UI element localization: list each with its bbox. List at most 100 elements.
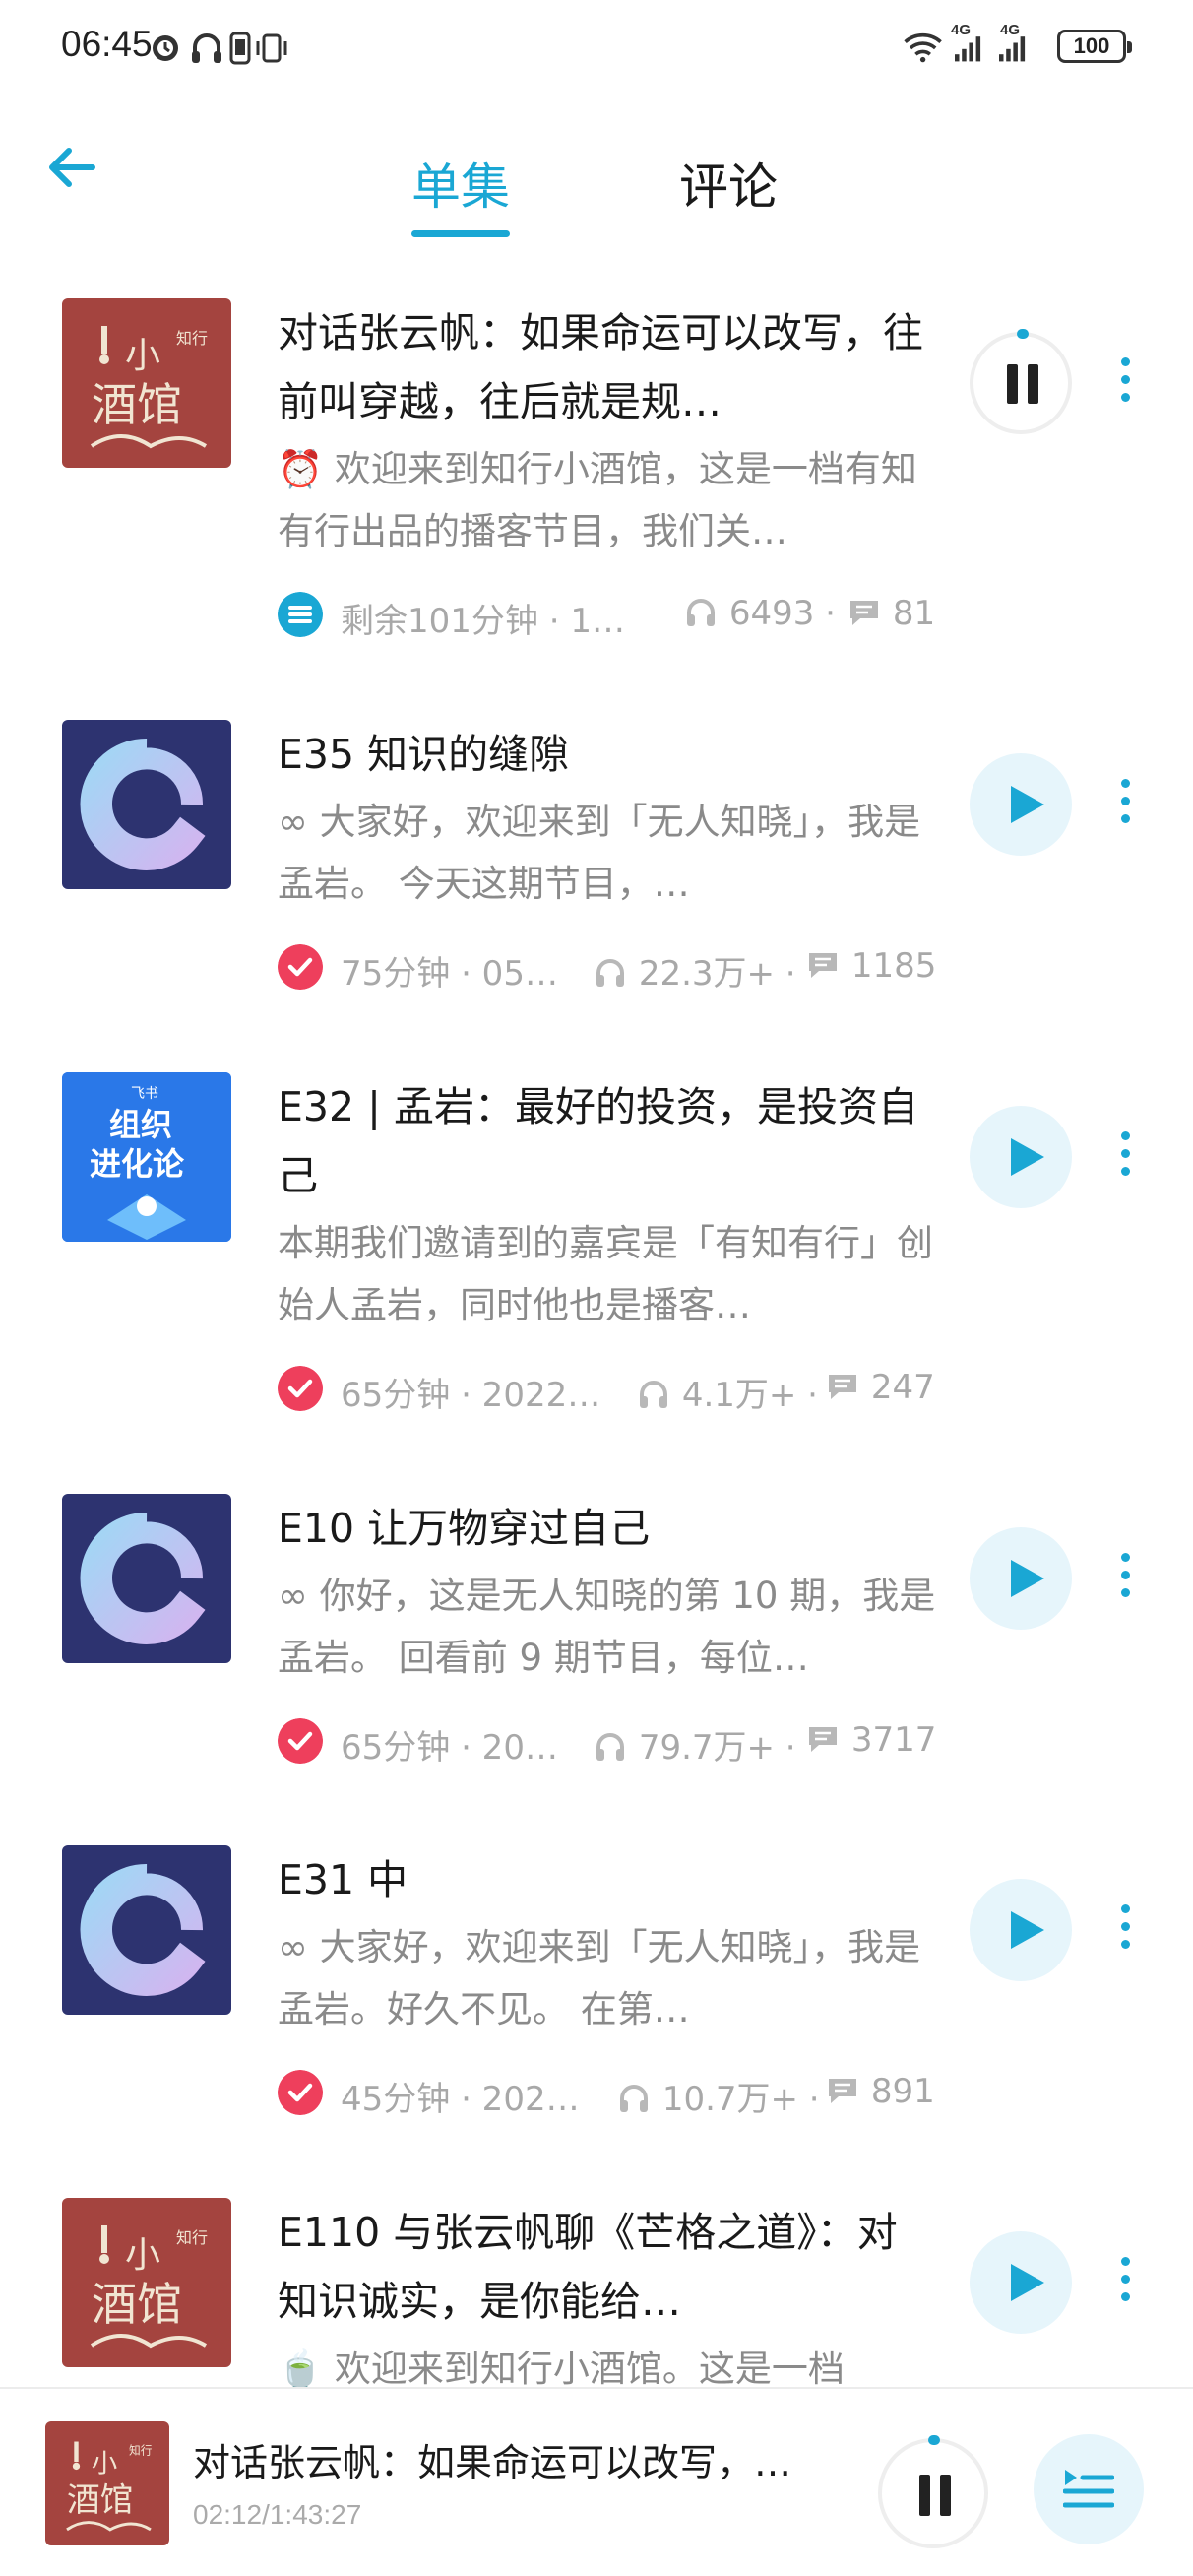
episode-description: ⏰ 欢迎来到知行小酒馆，这是一档有知有行出品的播客节目，我们关…	[278, 448, 917, 552]
pause-icon	[1007, 364, 1038, 404]
episode-item[interactable]: E10 让万物穿过自己 ∞ 你好，这是无人知晓的第 10 期，我是孟岩。 回看前…	[0, 1494, 1193, 1789]
infinity-icon: ∞	[278, 801, 308, 843]
svg-text:酒馆: 酒馆	[92, 378, 182, 431]
headphones-icon	[596, 1733, 624, 1761]
episode-title: E35 知识的缝隙	[278, 731, 570, 778]
episode-duration: 65分钟 · 20…	[341, 1728, 558, 1768]
podcast-cover-wurenzhixiao	[62, 1845, 231, 2015]
episode-plays: 79.7万+ ·	[593, 1720, 796, 1769]
comment-icon	[829, 2079, 856, 2103]
episode-description: 🍵 欢迎来到知行小酒馆。这是一档	[278, 2338, 947, 2387]
mini-player-time: 02:12/1:43:27	[193, 2499, 362, 2530]
episode-description: ∞ 你好，这是无人知晓的第 10 期，我是孟岩。 回看前 9 期节目，每位…	[278, 1575, 936, 1679]
more-options-icon[interactable]	[1118, 2257, 1132, 2316]
status-bar: 06:45 4G 4G 100	[0, 0, 1193, 98]
episode-title: E31 中	[278, 1856, 408, 1903]
episode-meta: 65分钟 · 20… 79.7万+ · 3717	[278, 1716, 947, 1769]
mini-pause-button[interactable]	[878, 2435, 988, 2548]
svg-text:酒馆: 酒馆	[67, 2480, 133, 2519]
check-badge-icon	[278, 2070, 323, 2115]
svg-text:进化论: 进化论	[90, 1145, 185, 1183]
episode-duration: 45分钟 · 202…	[341, 2080, 580, 2119]
episode-title: E32 | 孟岩：最好的投资，是投资自己	[278, 1083, 918, 1199]
play-button[interactable]	[970, 1106, 1072, 1208]
podcast-cover-xiaojiuguan: 小 知行 酒馆	[62, 298, 231, 468]
tab-comments[interactable]: 评论	[679, 148, 778, 219]
episode-duration: 剩余101分钟 · 1…	[341, 602, 625, 641]
podcast-cover-xiaojiuguan: 小 知行 酒馆	[62, 2198, 231, 2367]
mini-player[interactable]: 小 知行 酒馆 对话张云帆：如果命运可以改写，… 02:12/1:43:27	[0, 2387, 1193, 2576]
play-icon	[1011, 1138, 1044, 1176]
svg-text:组织: 组织	[109, 1106, 172, 1143]
podcast-cover-zuzhijinhualun: 飞书 组织 进化论	[62, 1072, 231, 1242]
svg-text:知行: 知行	[176, 2228, 208, 2247]
status-time: 06:45	[61, 24, 153, 64]
tea-cup-icon: 🍵	[278, 2348, 324, 2387]
alarm-icon: ⏰	[278, 448, 324, 490]
podcast-cover-wurenzhixiao	[62, 720, 231, 889]
episode-plays: 4.1万+ ·	[636, 1368, 818, 1416]
play-icon	[1011, 2264, 1044, 2301]
podcast-cover-wurenzhixiao	[62, 1494, 231, 1663]
tab-episodes[interactable]: 单集	[411, 148, 510, 219]
more-options-icon[interactable]	[1118, 1904, 1132, 1964]
playlist-badge-icon	[278, 592, 323, 637]
network-type-2: 4G	[1000, 22, 1021, 38]
episode-title: 对话张云帆：如果命运可以改写，往前叫穿越，往后就是规…	[278, 309, 923, 425]
episode-comments: 1185	[805, 946, 936, 986]
infinity-icon: ∞	[278, 1575, 308, 1617]
comment-icon	[809, 953, 837, 978]
more-options-icon[interactable]	[1118, 357, 1132, 417]
headphones-icon	[687, 599, 715, 626]
check-badge-icon	[278, 1718, 323, 1764]
more-options-icon[interactable]	[1118, 1553, 1132, 1612]
check-badge-icon	[278, 944, 323, 990]
episode-item[interactable]: 小 知行 酒馆 对话张云帆：如果命运可以改写，往前叫穿越，往后就是规… ⏰ 欢迎…	[0, 298, 1193, 653]
headphones-icon	[620, 2085, 648, 2112]
episode-plays: 22.3万+ ·	[593, 946, 796, 995]
episode-item[interactable]: E31 中 ∞ 大家好，欢迎来到「无人知晓」，我是孟岩。好久不见。 在第… 45…	[0, 1845, 1193, 2141]
episode-meta: 45分钟 · 202… 10.7万+ · 891	[278, 2068, 947, 2120]
status-icons-right	[904, 32, 1026, 63]
play-button[interactable]	[970, 753, 1072, 856]
play-icon	[1011, 786, 1044, 823]
tab-active-indicator	[411, 230, 510, 237]
episode-meta: 75分钟 · 05… 22.3万+ · 1185	[278, 942, 947, 995]
svg-text:知行: 知行	[129, 2444, 153, 2458]
headphones-icon	[596, 959, 624, 987]
comment-icon	[850, 601, 878, 625]
episode-item[interactable]: 小 知行 酒馆 E110 与张云帆聊《芒格之道》：对知识诚实，是你能给… 🍵 欢…	[0, 2198, 1193, 2387]
headphones-icon	[640, 1381, 667, 1408]
battery-indicator: 100	[1057, 30, 1132, 63]
episode-title: E10 让万物穿过自己	[278, 1505, 651, 1552]
more-options-icon[interactable]	[1118, 779, 1132, 838]
play-icon	[1011, 1911, 1044, 1949]
status-icons-left	[153, 32, 287, 65]
mini-player-title: 对话张云帆：如果命运可以改写，…	[193, 2441, 792, 2484]
more-options-icon[interactable]	[1118, 1131, 1132, 1191]
comment-icon	[829, 1375, 856, 1399]
tab-bar: 单集 评论	[0, 148, 1193, 246]
comment-icon	[809, 1727, 837, 1752]
pause-icon	[919, 2475, 951, 2516]
episode-comments: 247	[825, 1368, 935, 1407]
svg-text:小: 小	[125, 336, 160, 376]
episode-duration: 65分钟 · 2022…	[341, 1376, 601, 1415]
playlist-button[interactable]	[1034, 2434, 1144, 2544]
play-button[interactable]	[970, 2231, 1072, 2334]
episode-plays: 10.7万+ ·	[616, 2072, 820, 2120]
playlist-icon	[1063, 2470, 1114, 2508]
infinity-icon: ∞	[278, 1926, 308, 1968]
network-type-1: 4G	[951, 22, 972, 38]
episode-comments: 3717	[805, 1720, 936, 1760]
play-button[interactable]	[970, 1527, 1072, 1630]
play-icon	[1011, 1560, 1044, 1597]
episode-item[interactable]: E35 知识的缝隙 ∞ 大家好，欢迎来到「无人知晓」，我是孟岩。 今天这期节目，…	[0, 720, 1193, 1015]
podcast-episode-page: 06:45 4G 4G 100 单集 评论 小 知行 酒馆 对话张云帆：如果命运…	[0, 0, 1193, 2576]
pause-button[interactable]	[970, 329, 1072, 434]
episode-plays: 6493 ·	[683, 594, 836, 633]
episode-item[interactable]: 飞书 组织 进化论 E32 | 孟岩：最好的投资，是投资自己 本期我们邀请到的嘉…	[0, 1072, 1193, 1427]
episode-meta: 65分钟 · 2022… 4.1万+ · 247	[278, 1364, 947, 1416]
svg-text:飞书: 飞书	[131, 1086, 158, 1102]
play-button[interactable]	[970, 1879, 1072, 1981]
